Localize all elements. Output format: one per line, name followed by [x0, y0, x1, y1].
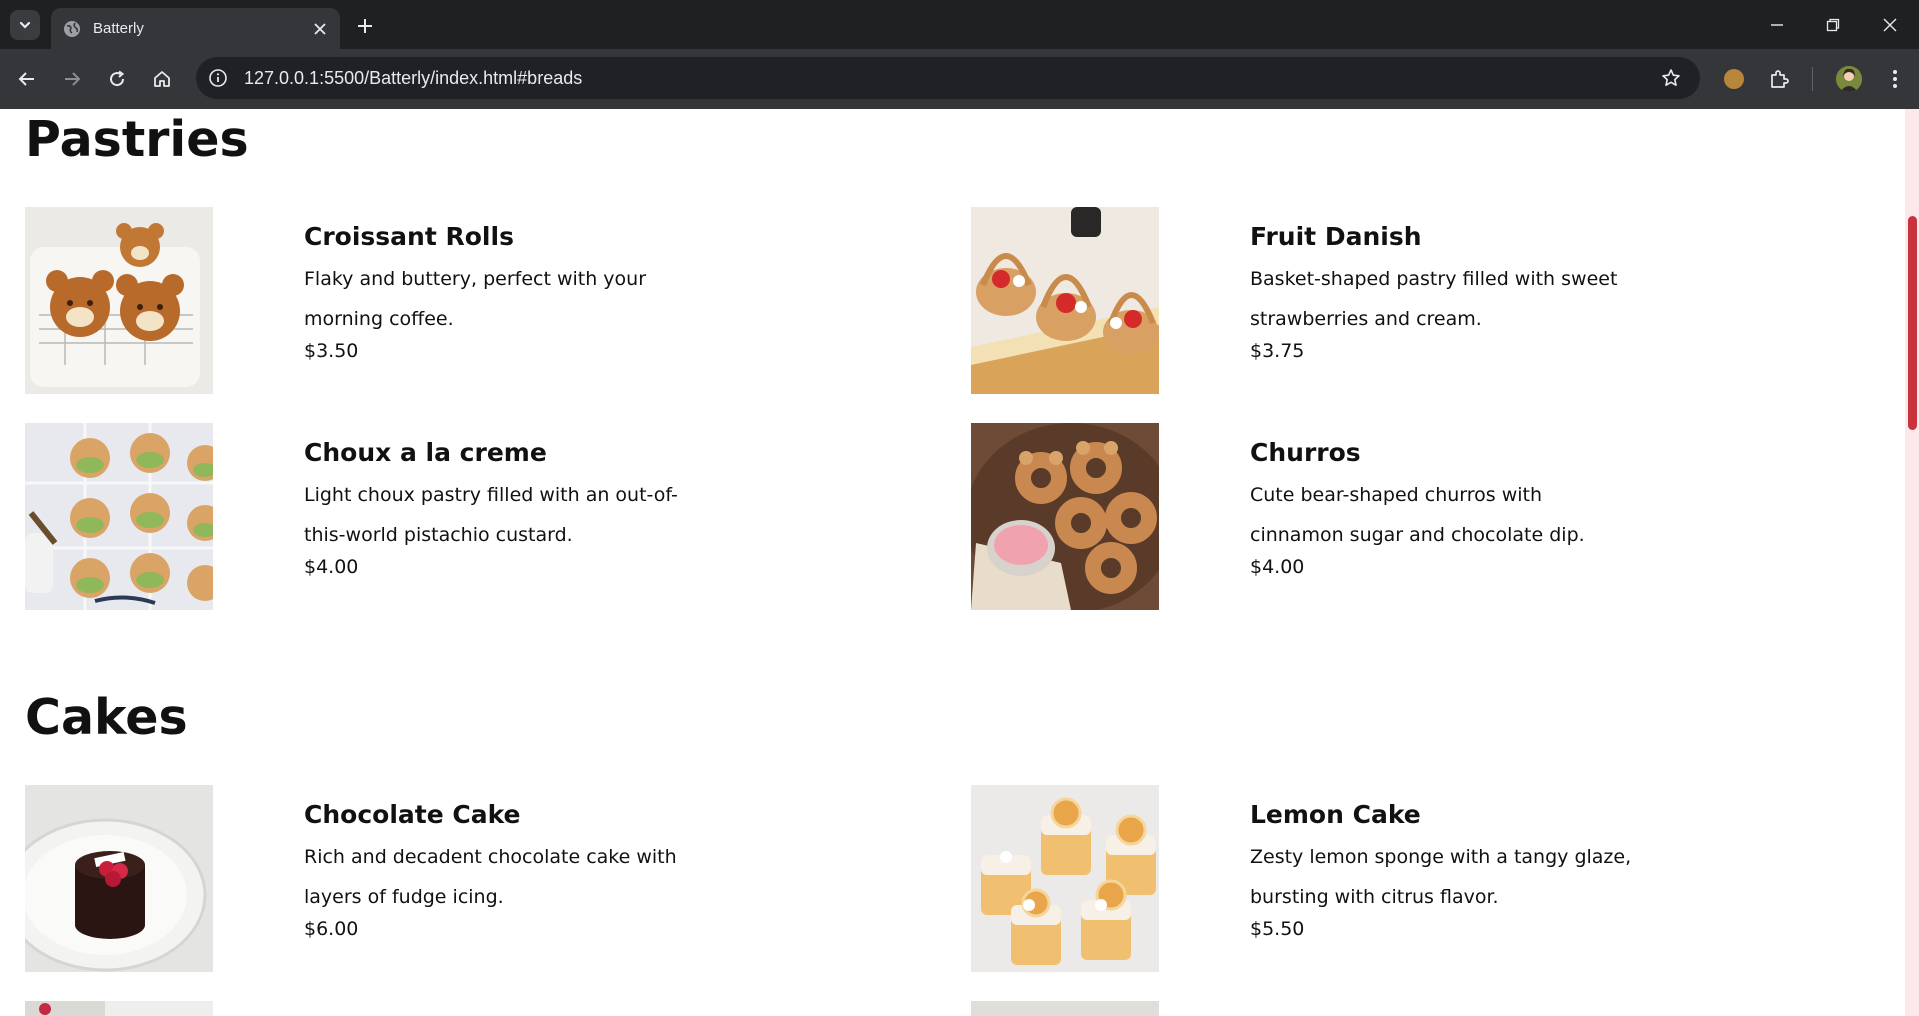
lemon-cake-image — [971, 785, 1159, 972]
scrollbar-thumb[interactable] — [1908, 216, 1917, 430]
new-tab-button[interactable] — [352, 13, 378, 39]
home-icon — [154, 71, 170, 87]
item-name: Lemon Cake — [1250, 800, 1421, 829]
item-name: Chocolate Cake — [304, 800, 521, 829]
site-info-icon[interactable] — [204, 64, 232, 92]
item-price: $4.00 — [1250, 556, 1305, 578]
menu-item-partial[interactable] — [25, 1001, 925, 1016]
browser-tab[interactable]: Batterly — [51, 8, 340, 49]
bear-churros-image — [971, 423, 1159, 610]
arrow-right-icon — [65, 72, 81, 86]
item-price: $3.75 — [1250, 340, 1305, 362]
chevron-down-icon — [19, 21, 31, 29]
url-text[interactable]: 127.0.0.1:5500/Batterly/index.html#bread… — [244, 68, 582, 89]
close-icon — [1883, 18, 1897, 32]
item-price: $6.00 — [304, 918, 359, 940]
minimize-icon — [1771, 24, 1783, 26]
tab-title: Batterly — [93, 20, 144, 37]
plus-icon — [358, 19, 372, 33]
item-name: Croissant Rolls — [304, 222, 514, 251]
reload-button[interactable] — [102, 64, 132, 94]
scrollbar-track[interactable] — [1905, 109, 1919, 1016]
arrow-left-icon — [18, 72, 34, 86]
close-tab-icon[interactable] — [310, 19, 330, 39]
back-button[interactable] — [12, 64, 42, 94]
menu-item-choux-a-la-creme[interactable]: Choux a la creme Light choux pastry fill… — [25, 423, 925, 611]
extensions-puzzle-icon[interactable] — [1764, 64, 1794, 94]
item-description: Flaky and buttery, perfect with your mor… — [304, 268, 647, 330]
strawberry-baskets-image — [971, 207, 1159, 394]
close-window-button[interactable] — [1876, 12, 1904, 38]
browser-tab-bar: Batterly — [0, 0, 1919, 49]
item-price: $5.50 — [1250, 918, 1305, 940]
item-description: Rich and decadent chocolate cake with la… — [304, 846, 677, 908]
item-price: $4.00 — [304, 556, 359, 578]
item-description: Zesty lemon sponge with a tangy glaze, b… — [1250, 846, 1632, 908]
bear-croissants-image — [25, 207, 213, 394]
bookmark-star-icon[interactable] — [1656, 63, 1686, 93]
item-description: Cute bear-shaped churros with cinnamon s… — [1250, 484, 1585, 546]
chocolate-cake-image — [25, 785, 213, 972]
menu-item-lemon-cake[interactable]: Lemon Cake Zesty lemon sponge with a tan… — [971, 785, 1871, 973]
restore-icon — [1826, 18, 1840, 32]
menu-item-churros[interactable]: Churros Cute bear-shaped churros with ci… — [971, 423, 1871, 611]
item-name: Churros — [1250, 438, 1361, 467]
profile-avatar[interactable] — [1836, 66, 1862, 92]
alien-choux-image — [25, 423, 213, 610]
tab-search-button[interactable] — [10, 10, 40, 40]
home-button[interactable] — [147, 64, 177, 94]
forward-button[interactable] — [57, 64, 87, 94]
address-bar[interactable]: 127.0.0.1:5500/Batterly/index.html#bread… — [196, 57, 1700, 99]
extension-icon[interactable] — [1724, 69, 1744, 89]
item-price: $3.50 — [304, 340, 359, 362]
item-description: Basket-shaped pastry filled with sweet s… — [1250, 268, 1618, 330]
page-viewport[interactable]: Pastries Croissant Rolls Flaky and butte… — [0, 109, 1919, 1016]
more-menu-icon[interactable] — [1880, 64, 1910, 94]
restore-button[interactable] — [1819, 12, 1847, 38]
next-item-image — [25, 1001, 213, 1016]
menu-item-partial[interactable] — [971, 1001, 1871, 1016]
menu-item-croissant-rolls[interactable]: Croissant Rolls Flaky and buttery, perfe… — [25, 207, 925, 395]
section-title-cakes: Cakes — [25, 689, 188, 746]
menu-item-chocolate-cake[interactable]: Chocolate Cake Rich and decadent chocola… — [25, 785, 925, 973]
reload-icon — [110, 70, 125, 87]
browser-toolbar: 127.0.0.1:5500/Batterly/index.html#bread… — [0, 49, 1919, 109]
item-description: Light choux pastry filled with an out-of… — [304, 484, 678, 546]
item-name: Choux a la creme — [304, 438, 547, 467]
minimize-button[interactable] — [1763, 12, 1791, 38]
globe-icon — [63, 20, 81, 38]
toolbar-divider — [1812, 67, 1813, 91]
menu-item-fruit-danish[interactable]: Fruit Danish Basket-shaped pastry filled… — [971, 207, 1871, 395]
section-title-pastries: Pastries — [25, 111, 249, 168]
next-item-image — [971, 1001, 1159, 1016]
item-name: Fruit Danish — [1250, 222, 1422, 251]
